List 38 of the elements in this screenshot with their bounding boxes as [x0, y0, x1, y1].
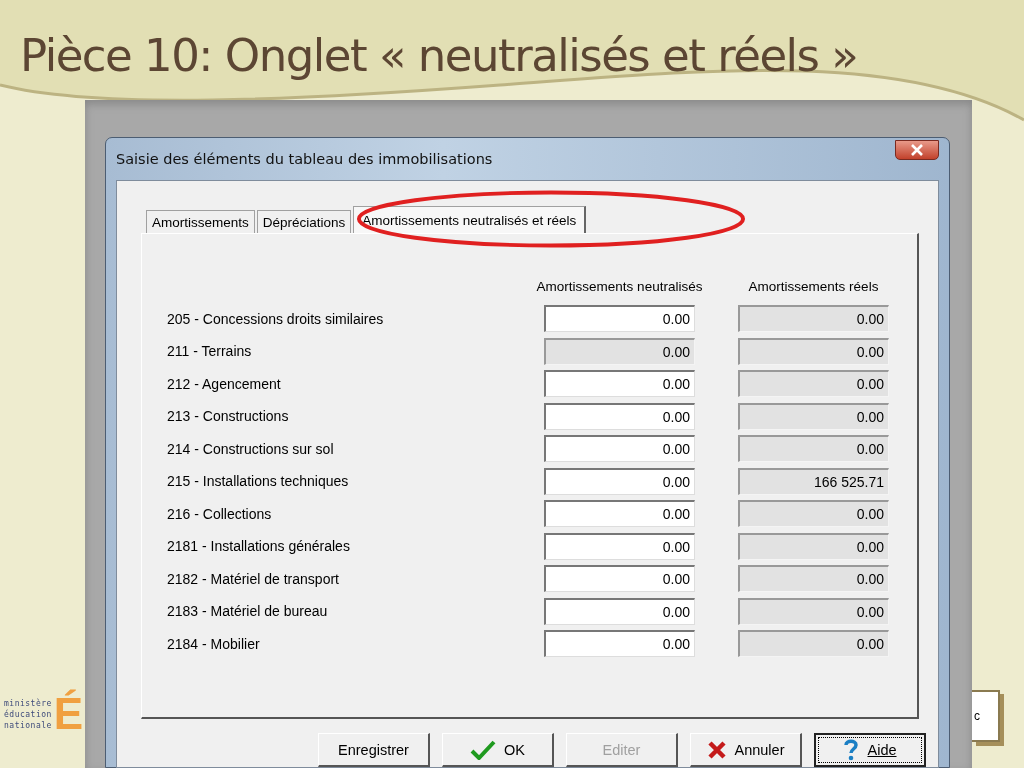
amount-field[interactable]: 0.00 — [544, 435, 695, 463]
amount-field[interactable]: 0.00 — [544, 630, 695, 658]
row-label: 2183 - Matériel de bureau — [167, 603, 329, 620]
close-button[interactable] — [895, 140, 939, 160]
column-header: Amortissements réels — [748, 278, 879, 294]
row-label: 2184 - Mobilier — [167, 635, 261, 652]
row-label: 215 - Installations techniques — [167, 473, 350, 490]
row-label: 2181 - Installations générales — [167, 538, 351, 555]
row-label: 212 - Agencement — [167, 375, 282, 392]
amount-field[interactable]: 0.00 — [544, 565, 695, 593]
amount-field[interactable]: 0.00 — [544, 467, 695, 495]
amount-field[interactable]: 0.00 — [544, 597, 695, 625]
tab[interactable]: Amortissements — [146, 210, 255, 233]
row-label: 213 - Constructions — [167, 408, 290, 425]
dialog-button[interactable]: Annuler — [690, 733, 802, 767]
row-label: 216 - Collections — [167, 505, 273, 522]
amount-field[interactable]: 0.00 — [544, 370, 695, 398]
amount-field[interactable]: 0.00 — [544, 500, 695, 528]
tab[interactable]: Dépréciations — [256, 210, 352, 233]
column-header: Amortissements neutralisés — [536, 278, 703, 294]
amount-field[interactable]: 0.00 — [544, 402, 695, 430]
row-label: 205 - Concessions droits similaires — [167, 310, 385, 327]
slide-title: Pièce 10: Onglet « neutralisés et réels » — [19, 28, 858, 84]
close-icon — [910, 144, 924, 156]
amount-field[interactable]: 0.00 — [544, 305, 695, 333]
dialog-button[interactable]: Aide — [814, 733, 926, 767]
row-label: 214 - Constructions sur sol — [167, 440, 335, 457]
row-label: 211 - Terrains — [167, 343, 253, 360]
amount-field[interactable]: 0.00 — [544, 532, 695, 560]
dialog-button[interactable]: Enregistrer — [318, 733, 430, 767]
row-label: 2182 - Matériel de transport — [167, 570, 340, 587]
cross-icon — [706, 739, 727, 760]
question-mark-icon — [843, 739, 860, 761]
checkmark-icon — [470, 739, 496, 760]
dialog-button[interactable]: OK — [442, 733, 554, 767]
tab[interactable]: Amortissements neutralisés et réels — [353, 206, 587, 233]
window-text: c — [974, 709, 980, 723]
window-title: Saisie des éléments du tableau des immobilisations — [116, 151, 493, 167]
